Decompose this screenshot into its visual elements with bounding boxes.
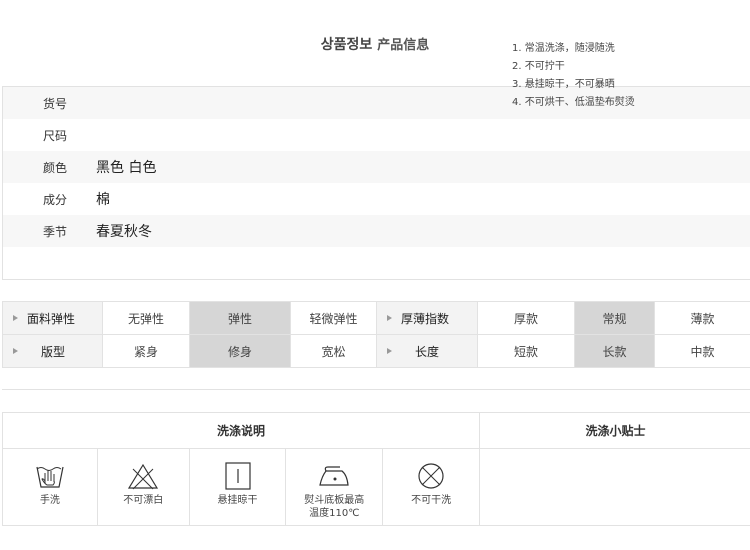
- attr-option[interactable]: 紧身: [102, 334, 190, 368]
- info-label: 货号: [43, 96, 68, 111]
- wash-icons-row: 手洗 不可漂白 悬挂晾干 熨斗底板最高 温度110℃ 不可干洗: [3, 449, 480, 526]
- attribute-table: 面料弹性 无弹性 弹性 轻微弹性 厚薄指数 厚款 常规 薄款 版型 紧身 修身 …: [2, 301, 750, 368]
- wash-cell-no-bleach: 不可漂白: [98, 449, 190, 526]
- divider: [2, 389, 750, 390]
- attr-option-selected[interactable]: 长款: [574, 334, 655, 368]
- info-label: 尺码: [43, 128, 68, 143]
- wash-tips-title: 洗涤小贴士: [480, 413, 750, 449]
- info-label: 季节: [43, 224, 68, 239]
- wash-label-line1: 熨斗底板最高: [304, 495, 365, 506]
- attr-head-length: 长度: [376, 334, 478, 368]
- hang-dry-icon: [224, 462, 251, 490]
- product-info-block: 货号 尺码 颜色 黑色 白色 成分 棉 季节 春夏秋冬: [2, 86, 750, 280]
- wash-tips-list: 1. 常温洗涤，随浸随洗 2. 不可拧干 3. 悬挂晾干，不可暴晒 4. 不可烘…: [512, 40, 635, 112]
- wash-cell-no-dry-clean: 不可干洗: [383, 449, 479, 526]
- info-label: 颜色: [43, 160, 68, 175]
- wash-label: 不可漂白: [123, 495, 164, 506]
- attr-head-fit: 版型: [2, 334, 103, 368]
- attr-option-selected[interactable]: 弹性: [189, 301, 291, 335]
- info-row-season: 季节 春夏秋冬: [3, 215, 750, 247]
- attr-option-selected[interactable]: 常规: [574, 301, 655, 335]
- wash-instructions-title: 洗涤说明: [3, 413, 480, 449]
- info-row-material: 成分 棉: [3, 183, 750, 215]
- attr-option[interactable]: 厚款: [477, 301, 575, 335]
- hand-wash-icon: [36, 466, 64, 488]
- info-row-size: 尺码: [3, 119, 750, 151]
- info-value: 棉: [96, 192, 110, 208]
- wash-label: 不可干洗: [411, 495, 452, 506]
- wash-cell-iron: 熨斗底板最高 温度110℃: [286, 449, 384, 526]
- wash-tip: 3. 悬挂晾干，不可暴晒: [512, 79, 615, 90]
- wash-label: 熨斗底板最高 温度110℃: [304, 494, 364, 520]
- attr-option[interactable]: 中款: [654, 334, 750, 368]
- title-korean: 상품정보: [320, 37, 373, 53]
- title-chinese: 产品信息: [377, 38, 430, 53]
- wash-tip: 4. 不可烘干、低温垫布熨烫: [512, 97, 635, 108]
- triangle-right-icon: [387, 348, 392, 354]
- attr-head-elasticity: 面料弹性: [2, 301, 103, 335]
- wash-block: 洗涤说明 洗涤小贴士 手洗 不可漂白 悬挂晾干 熨斗底板最高 温度110℃ 不可…: [2, 412, 750, 526]
- attribute-row: 版型 紧身 修身 宽松 长度 短款 长款 中款: [2, 334, 750, 368]
- attr-option[interactable]: 短款: [477, 334, 575, 368]
- wash-label: 悬挂晾干: [217, 495, 258, 506]
- info-row-item-no: 货号: [3, 87, 750, 119]
- no-dry-clean-icon: [418, 463, 444, 489]
- no-bleach-icon: [128, 463, 159, 490]
- iron-icon: [319, 466, 349, 486]
- wash-cell-hang-dry: 悬挂晾干: [190, 449, 287, 526]
- wash-cell-hand-wash: 手洗: [3, 449, 98, 526]
- page-title: 상품정보 产品信息: [0, 34, 750, 54]
- attr-option[interactable]: 宽松: [290, 334, 377, 368]
- triangle-right-icon: [13, 315, 18, 321]
- attribute-row: 面料弹性 无弹性 弹性 轻微弹性 厚薄指数 厚款 常规 薄款: [2, 301, 750, 335]
- wash-label: 手洗: [39, 495, 60, 506]
- info-label: 成分: [43, 192, 68, 207]
- attr-option[interactable]: 薄款: [654, 301, 750, 335]
- wash-label-line2: 温度110℃: [309, 508, 360, 519]
- attr-option-selected[interactable]: 修身: [189, 334, 291, 368]
- wash-tip: 2. 不可拧干: [512, 61, 565, 72]
- attr-head-thickness: 厚薄指数: [376, 301, 478, 335]
- triangle-right-icon: [387, 315, 392, 321]
- info-value: 黑色 白色: [96, 160, 157, 176]
- info-row-color: 颜色 黑色 白色: [3, 151, 750, 183]
- wash-tip: 1. 常温洗涤，随浸随洗: [512, 43, 615, 54]
- triangle-right-icon: [13, 348, 18, 354]
- attr-option[interactable]: 轻微弹性: [290, 301, 377, 335]
- attr-option[interactable]: 无弹性: [102, 301, 190, 335]
- info-value: 春夏秋冬: [96, 224, 152, 240]
